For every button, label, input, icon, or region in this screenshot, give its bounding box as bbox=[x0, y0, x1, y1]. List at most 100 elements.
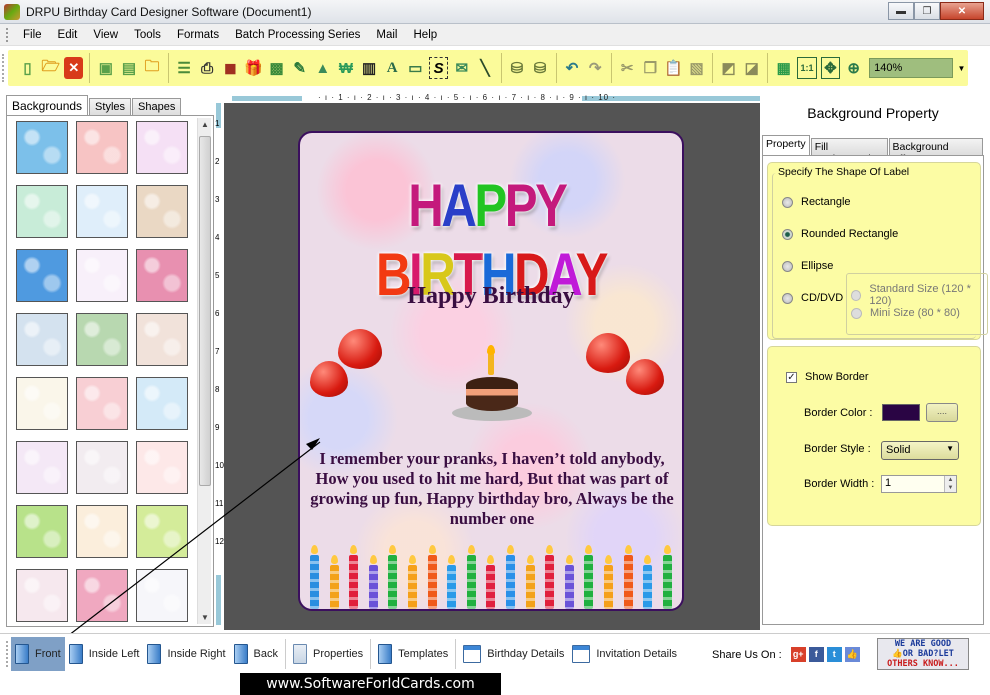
background-thumbnail-clouds[interactable] bbox=[16, 121, 68, 174]
radio-mini-size[interactable]: Mini Size (80 * 80) bbox=[851, 307, 960, 319]
border-style-select[interactable]: Solid ▼ bbox=[881, 441, 959, 460]
background-thumbnail-balloon-sky[interactable] bbox=[136, 377, 188, 430]
delete-icon[interactable]: ▧ bbox=[687, 57, 706, 79]
zoom-level-input[interactable]: 140% bbox=[869, 58, 954, 78]
inside-right-button[interactable]: Inside Right bbox=[143, 637, 229, 671]
tab-background-effects[interactable]: Background Effects bbox=[888, 138, 983, 165]
menu-formats[interactable]: Formats bbox=[169, 29, 227, 41]
card-subtitle[interactable]: Happy Birthday bbox=[300, 283, 682, 310]
save-as-icon[interactable]: ▤ bbox=[119, 57, 138, 79]
properties-button[interactable]: Properties bbox=[289, 637, 367, 671]
background-thumbnail-teddy[interactable] bbox=[136, 313, 188, 366]
radio-ellipse[interactable]: Ellipse bbox=[782, 260, 833, 272]
paste-icon[interactable]: 📋 bbox=[664, 57, 683, 79]
background-thumbnail-pink-swirls[interactable] bbox=[76, 569, 128, 622]
background-thumbnail-red-hearts[interactable] bbox=[136, 441, 188, 494]
menu-view[interactable]: View bbox=[85, 29, 126, 41]
feedback-banner[interactable]: WE ARE GOOD 👍OR BAD?LET OTHERS KNOW... bbox=[877, 638, 969, 670]
back-button[interactable]: Back bbox=[230, 637, 282, 671]
background-thumbnail-rainbow[interactable] bbox=[76, 313, 128, 366]
background-thumbnail-pink-hearts-stripes[interactable] bbox=[76, 377, 128, 430]
border-width-spinner[interactable]: 1 ▲ ▼ bbox=[881, 475, 957, 493]
radio-cd-dvd[interactable]: CD/DVD bbox=[782, 292, 843, 304]
facebook-icon[interactable]: f bbox=[808, 647, 824, 662]
background-thumbnail-balloons[interactable] bbox=[76, 249, 128, 302]
tab-backgrounds[interactable]: Backgrounds bbox=[6, 95, 89, 115]
new-icon[interactable]: ▯ bbox=[18, 57, 37, 79]
scroll-thumb[interactable] bbox=[199, 136, 211, 486]
copy-icon[interactable]: ❐ bbox=[641, 57, 660, 79]
menu-file[interactable]: File bbox=[15, 29, 50, 41]
tab-property[interactable]: Property bbox=[762, 135, 810, 155]
tab-styles[interactable]: Styles bbox=[89, 98, 132, 115]
background-thumbnail-butterflies[interactable] bbox=[136, 121, 188, 174]
background-thumbnail-birds[interactable] bbox=[136, 185, 188, 238]
card-message[interactable]: I remember your pranks, I haven’t told a… bbox=[310, 449, 674, 529]
menu-tools[interactable]: Tools bbox=[126, 29, 169, 41]
zoom-in-icon[interactable]: ⊕ bbox=[844, 57, 863, 79]
zoom-dropdown-arrow[interactable]: ▼ bbox=[957, 64, 967, 73]
bring-front-icon[interactable]: ◩ bbox=[719, 57, 738, 79]
export-icon[interactable]: 🗀 bbox=[143, 57, 162, 79]
balloon-image[interactable] bbox=[338, 329, 382, 369]
menu-batch-processing[interactable]: Batch Processing Series bbox=[227, 29, 368, 41]
front-button[interactable]: Front bbox=[11, 636, 65, 671]
actual-size-icon[interactable]: 1:1 bbox=[797, 57, 817, 79]
close-doc-icon[interactable]: ✕ bbox=[64, 57, 84, 79]
pen-icon[interactable]: ✎ bbox=[290, 57, 309, 79]
bottom-grip[interactable] bbox=[6, 640, 9, 667]
border-color-picker-button[interactable]: .... bbox=[926, 403, 958, 422]
close-button[interactable]: ✕ bbox=[940, 2, 984, 20]
inside-left-button[interactable]: Inside Left bbox=[65, 637, 144, 671]
background-thumbnail-roses[interactable] bbox=[16, 569, 68, 622]
database2-icon[interactable]: ⛁ bbox=[531, 57, 550, 79]
menu-help[interactable]: Help bbox=[406, 29, 446, 41]
text-icon[interactable]: A bbox=[383, 57, 402, 79]
add-image-icon[interactable]: ▩ bbox=[267, 57, 286, 79]
print-icon[interactable]: ⎙ bbox=[198, 57, 217, 79]
menu-mail[interactable]: Mail bbox=[368, 29, 405, 41]
send-back-icon[interactable]: ◪ bbox=[742, 57, 761, 79]
gallery-scrollbar[interactable]: ▲ ▼ bbox=[197, 118, 211, 624]
radio-rounded-rectangle[interactable]: Rounded Rectangle bbox=[782, 228, 898, 240]
background-thumbnail-cakes[interactable] bbox=[76, 505, 128, 558]
background-thumbnail-daisies[interactable] bbox=[16, 185, 68, 238]
balloon-image[interactable] bbox=[586, 333, 630, 373]
background-thumbnail-pink-party[interactable] bbox=[136, 249, 188, 302]
background-thumbnail-pink-pattern[interactable] bbox=[76, 121, 128, 174]
background-thumbnail-heart-outlines[interactable] bbox=[16, 441, 68, 494]
radio-rectangle[interactable]: Rectangle bbox=[782, 196, 851, 208]
menu-edit[interactable]: Edit bbox=[50, 29, 86, 41]
layers-icon[interactable]: ◼ bbox=[221, 57, 240, 79]
balloon-image[interactable] bbox=[310, 361, 348, 397]
background-thumbnail-bubbles[interactable] bbox=[16, 313, 68, 366]
mail-icon[interactable]: ✉ bbox=[452, 57, 471, 79]
save-icon[interactable]: ▣ bbox=[96, 57, 115, 79]
text-box-icon[interactable]: ▭ bbox=[406, 57, 425, 79]
background-thumbnail-gifts[interactable] bbox=[136, 569, 188, 622]
candles-image[interactable] bbox=[306, 545, 682, 609]
toolbar-grip[interactable] bbox=[2, 54, 5, 82]
gift-icon[interactable]: 🎁 bbox=[244, 57, 263, 79]
barcode-icon[interactable]: ▥ bbox=[360, 57, 379, 79]
undo-icon[interactable]: ↶ bbox=[563, 57, 582, 79]
signature-icon[interactable]: S bbox=[428, 57, 449, 79]
tab-fill-background[interactable]: Fill Background bbox=[810, 138, 888, 165]
templates-button[interactable]: Templates bbox=[374, 637, 452, 671]
open-icon[interactable]: 🗁 bbox=[41, 57, 60, 79]
tab-shapes[interactable]: Shapes bbox=[132, 98, 182, 115]
grid-icon[interactable]: ▦ bbox=[774, 57, 793, 79]
scroll-down-arrow[interactable]: ▼ bbox=[198, 613, 212, 622]
border-color-swatch[interactable] bbox=[882, 404, 920, 421]
restore-button[interactable]: ❐ bbox=[914, 2, 940, 20]
balloon-image[interactable] bbox=[626, 359, 664, 395]
twitter-icon[interactable]: t bbox=[826, 647, 842, 662]
properties-icon[interactable]: ☰ bbox=[175, 57, 194, 79]
background-thumbnail-happy-birthday[interactable] bbox=[16, 377, 68, 430]
redo-icon[interactable]: ↷ bbox=[586, 57, 605, 79]
google-plus-icon[interactable]: g+ bbox=[790, 647, 806, 662]
shape-icon[interactable]: ▲ bbox=[313, 57, 332, 79]
cake-image[interactable] bbox=[452, 345, 532, 421]
menu-grip[interactable] bbox=[6, 27, 9, 42]
database-icon[interactable]: ⛁ bbox=[507, 57, 526, 79]
